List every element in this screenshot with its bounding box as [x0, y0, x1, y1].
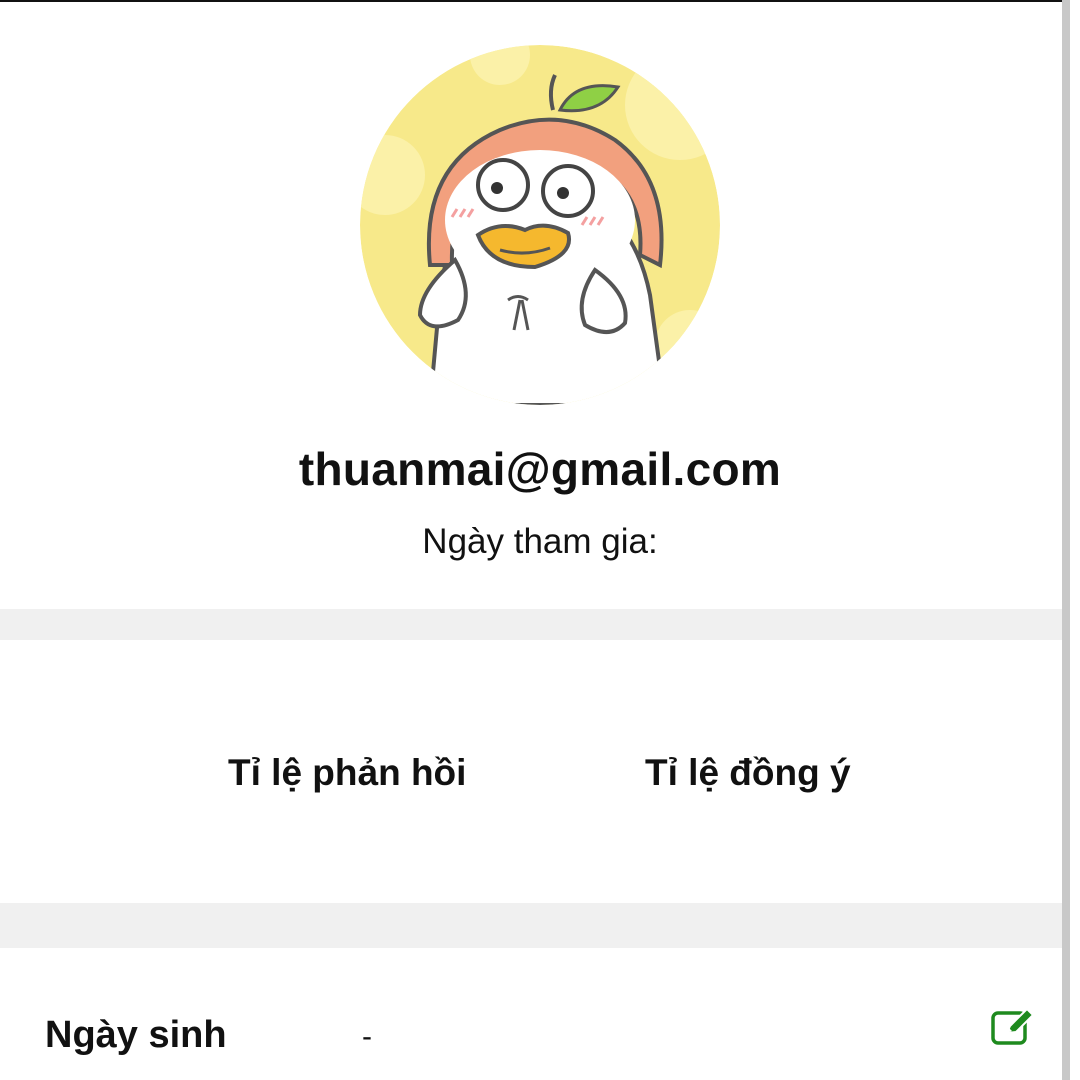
scrollbar-thumb[interactable]	[1062, 0, 1070, 1080]
birthday-value: -	[362, 1020, 372, 1053]
agree-rate-label: Tỉ lệ đồng ý	[645, 752, 851, 793]
section-separator	[0, 609, 1062, 640]
scrollbar[interactable]	[1062, 0, 1080, 1080]
avatar[interactable]	[360, 45, 720, 405]
duck-avatar-image	[360, 45, 720, 405]
top-divider	[0, 0, 1062, 2]
joined-date-label: Ngày tham gia:	[422, 522, 658, 561]
edit-icon	[991, 1007, 1035, 1045]
section-separator	[0, 903, 1062, 948]
profile-email: thuanmai@gmail.com	[298, 443, 782, 495]
edit-birthday-button[interactable]	[990, 1007, 1036, 1047]
reply-rate-label: Tỉ lệ phản hồi	[228, 752, 467, 793]
birthday-label: Ngày sinh	[45, 1014, 227, 1056]
